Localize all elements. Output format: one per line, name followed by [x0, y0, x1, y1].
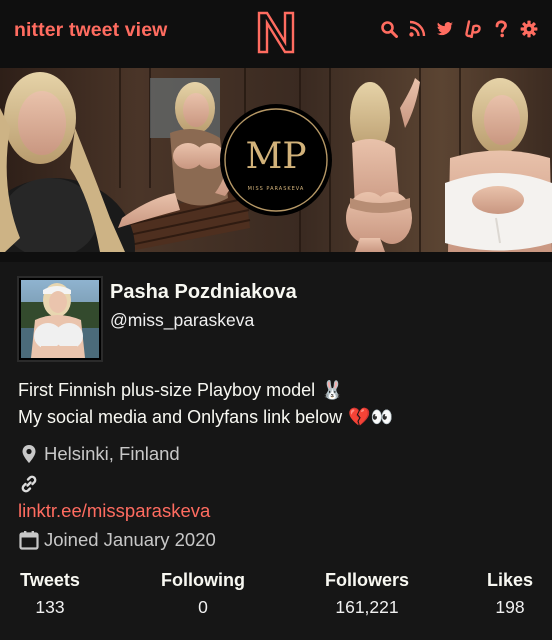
stat-tweets-value: 133	[35, 597, 65, 617]
profile-fullname[interactable]: Pasha Pozdniakova	[110, 281, 297, 304]
profile-username[interactable]: @miss_paraskeva	[110, 310, 254, 331]
bio-line-1-text: First Finnish plus-size Playboy model	[18, 380, 316, 400]
link-icon	[18, 473, 40, 495]
profile-stats: Tweets 133 Following 0 Followers 161,221…	[0, 570, 552, 620]
stat-following-value: 0	[198, 597, 208, 617]
twitter-icon[interactable]	[436, 20, 454, 38]
joined-text: Joined January 2020	[44, 529, 216, 550]
rabbit-emoji: 🐰	[321, 380, 344, 400]
stat-tweets-label: Tweets	[20, 570, 80, 590]
stat-likes-label: Likes	[486, 570, 534, 590]
profile-banner[interactable]: MP MISS PARASKEVA	[0, 68, 552, 252]
liberapay-icon[interactable]	[464, 20, 482, 38]
search-icon[interactable]	[380, 20, 398, 38]
bio-line-1: First Finnish plus-size Playboy model 🐰	[18, 377, 393, 404]
location-text: Helsinki, Finland	[44, 443, 180, 464]
nitter-logo-icon[interactable]	[254, 8, 298, 56]
stat-likes-value: 198	[495, 597, 525, 617]
profile-joindate: Joined January 2020	[18, 529, 216, 551]
help-icon[interactable]	[492, 20, 510, 38]
banner-photo: MP MISS PARASKEVA	[0, 68, 552, 252]
banner-caption: MISS PARASKEVA	[248, 186, 305, 192]
profile-avatar[interactable]	[17, 276, 103, 362]
nav-icons	[380, 20, 538, 38]
stat-likes[interactable]: Likes 198	[484, 570, 536, 618]
stat-followers-value: 161,221	[335, 597, 399, 617]
profile-location: Helsinki, Finland	[18, 443, 180, 465]
stat-tweets[interactable]: Tweets 133	[18, 570, 82, 618]
stat-following-label: Following	[161, 570, 245, 590]
navbar: nitter tweet view	[0, 0, 552, 62]
profile-website-link[interactable]: linktr.ee/missparaskeva	[18, 500, 210, 522]
site-brand-link[interactable]: nitter tweet view	[14, 19, 167, 42]
location-pin-icon	[18, 443, 40, 465]
profile-link-row	[18, 473, 44, 495]
rss-icon[interactable]	[408, 20, 426, 38]
banner-monogram: MP	[245, 136, 306, 177]
avatar-photo	[21, 280, 99, 358]
stat-following[interactable]: Following 0	[158, 570, 248, 618]
heart-eyes-emoji: 💔👀	[348, 407, 393, 427]
calendar-icon	[18, 529, 40, 551]
bio-line-2-text: My social media and Onlyfans link below	[18, 407, 343, 427]
settings-icon[interactable]	[520, 20, 538, 38]
profile-card: Pasha Pozdniakova @miss_paraskeva First …	[0, 262, 552, 640]
profile-bio: First Finnish plus-size Playboy model 🐰 …	[18, 377, 393, 431]
stat-followers-label: Followers	[324, 570, 409, 590]
stat-followers[interactable]: Followers 161,221	[322, 570, 412, 618]
bio-line-2: My social media and Onlyfans link below …	[18, 404, 393, 431]
